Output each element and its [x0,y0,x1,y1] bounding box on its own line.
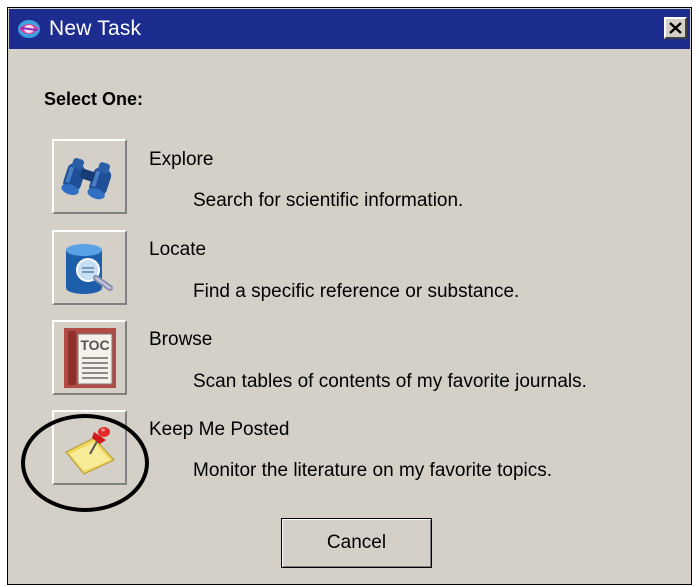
app-logo-icon [17,17,41,41]
svg-text:TOC: TOC [80,337,109,353]
title-bar[interactable]: New Task [9,9,690,49]
dialog-title: New Task [49,17,142,40]
task-desc-explore: Search for scientific information. [193,190,464,211]
task-desc-locate: Find a specific reference or substance. [193,281,520,302]
keep-me-posted-button[interactable] [52,410,127,485]
explore-button[interactable] [52,139,127,214]
browse-button[interactable]: TOC [52,320,127,395]
task-desc-browse: Scan tables of contents of my favorite j… [193,371,587,392]
task-title-explore: Explore [149,149,214,170]
binoculars-icon [60,157,111,199]
task-desc-keep-me-posted: Monitor the literature on my favorite to… [193,460,553,481]
task-title-locate: Locate [149,239,207,260]
new-task-dialog: New Task Select One: Explore Search for … [7,7,692,585]
task-title-keep-me-posted: Keep Me Posted [149,419,290,440]
database-search-icon [65,243,113,294]
cancel-button[interactable]: Cancel [281,518,432,568]
task-title-browse: Browse [149,329,213,350]
pushpin-note-icon [64,426,115,475]
close-icon [669,22,682,34]
close-button[interactable] [664,17,687,39]
toc-book-icon: TOC [63,327,116,388]
locate-button[interactable] [52,230,127,305]
select-one-heading: Select One: [44,89,144,109]
